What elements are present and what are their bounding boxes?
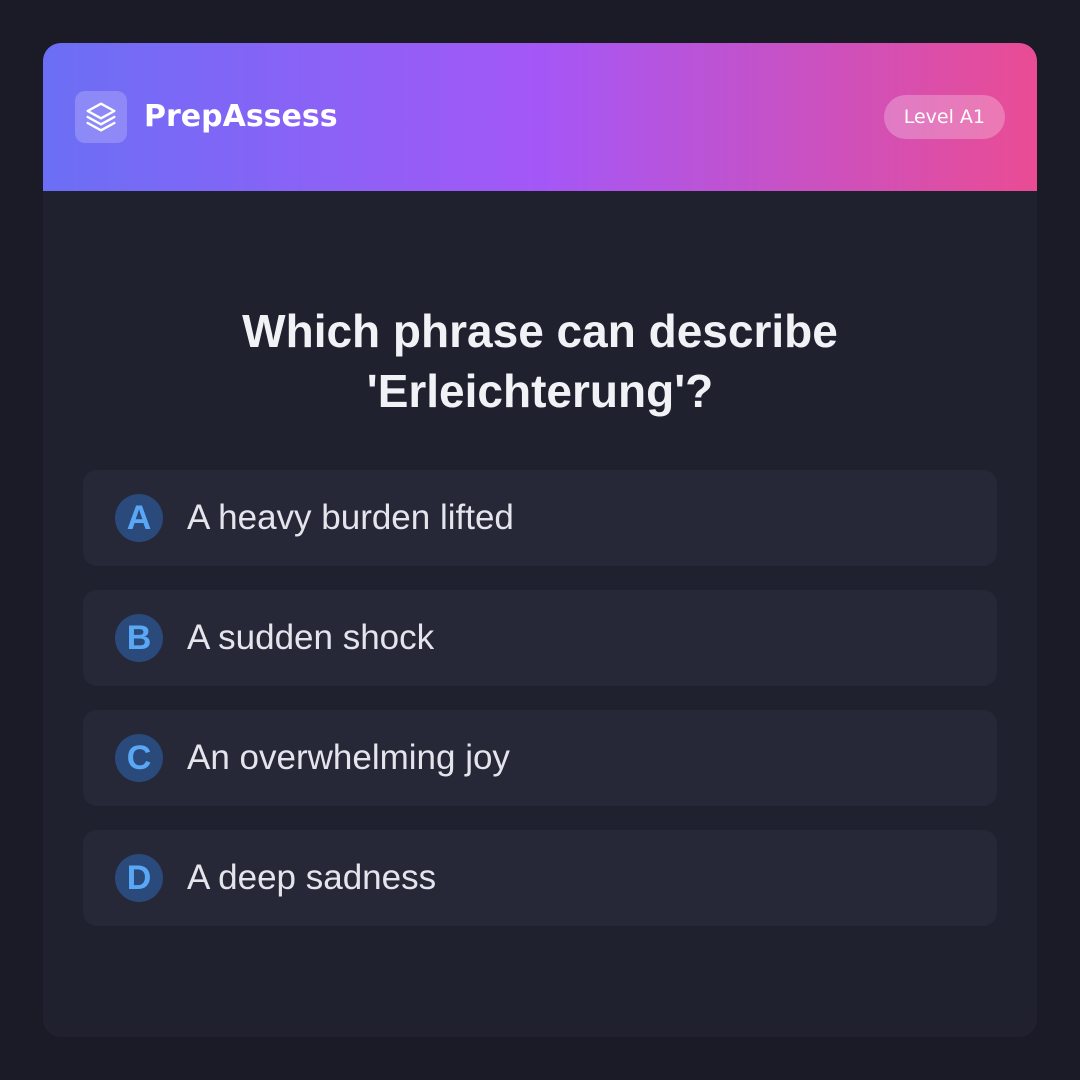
option-letter-badge: D	[115, 854, 163, 902]
option-letter-badge: C	[115, 734, 163, 782]
logo	[75, 91, 127, 143]
header-bar: PrepAssess Level A1	[43, 43, 1037, 191]
option-d[interactable]: D A deep sadness	[83, 830, 997, 926]
option-label: A heavy burden lifted	[187, 498, 514, 537]
layers-icon	[86, 102, 116, 132]
option-c[interactable]: C An overwhelming joy	[83, 710, 997, 806]
answer-options: A A heavy burden lifted B A sudden shock…	[83, 470, 997, 950]
brand-name: PrepAssess	[144, 99, 338, 134]
option-letter-badge: A	[115, 494, 163, 542]
option-label: An overwhelming joy	[187, 738, 510, 777]
option-letter-badge: B	[115, 614, 163, 662]
option-b[interactable]: B A sudden shock	[83, 590, 997, 686]
question-text: Which phrase can describe 'Erleichterung…	[242, 305, 838, 417]
option-label: A deep sadness	[187, 858, 437, 897]
option-label: A sudden shock	[187, 618, 435, 657]
quiz-card: PrepAssess Level A1 Which phrase can des…	[43, 43, 1037, 1037]
level-badge: Level A1	[883, 95, 1005, 139]
option-a[interactable]: A A heavy burden lifted	[83, 470, 997, 566]
